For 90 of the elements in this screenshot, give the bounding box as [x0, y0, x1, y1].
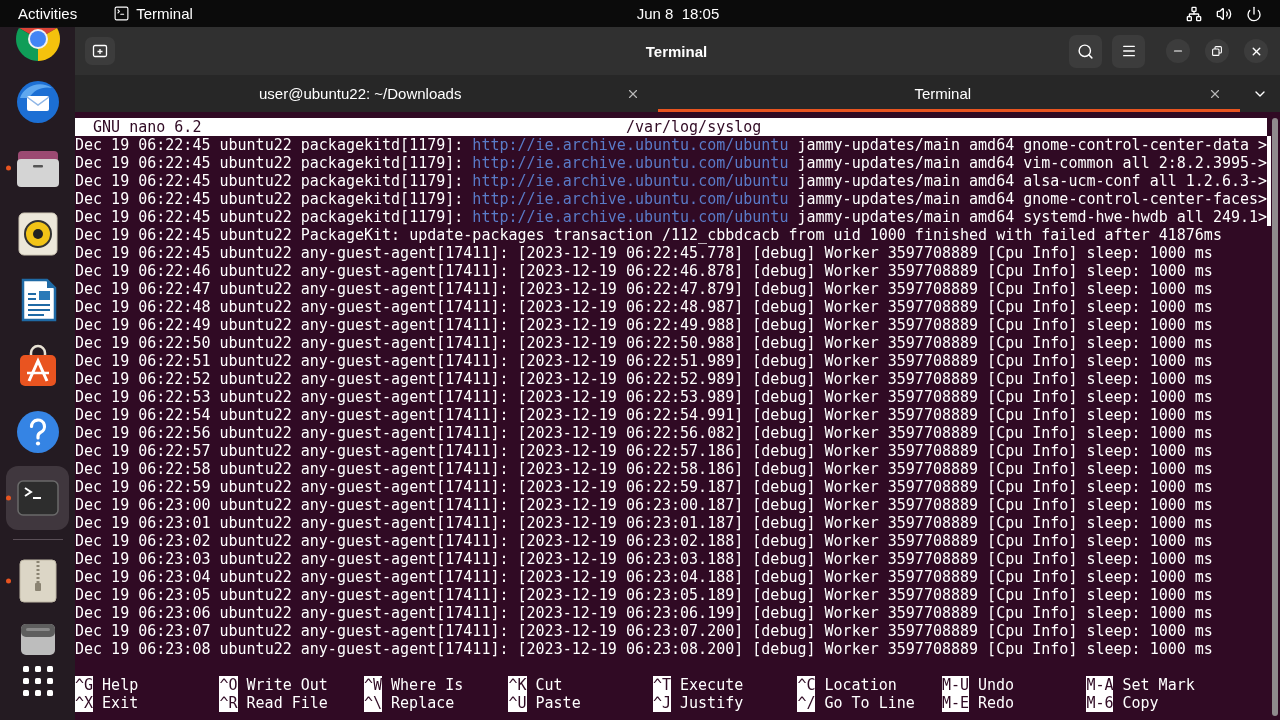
shortcut-label: Go To Line: [824, 694, 915, 712]
maximize-button[interactable]: [1205, 39, 1229, 63]
new-tab-button[interactable]: [85, 37, 115, 65]
shortcut-label: Set Mark: [1122, 676, 1195, 694]
tab[interactable]: Terminal: [657, 75, 1240, 112]
log-line: Dec 19 06:22:47 ubuntu22 any-guest-agent[17411]: [2023-12-19 06:22:47.879] [debug] Worker 3597708889 [Cpu Info] sleep: 1000 ms: [75, 280, 1213, 298]
shortcut-key: M-E: [941, 694, 969, 712]
log-line: Dec 19 06:23:00 ubuntu22 any-guest-agent[17411]: [2023-12-19 06:23:00.187] [debug] Worker 3597708889 [Cpu Info] sleep: 1000 ms: [75, 496, 1213, 514]
menu-icon: [1120, 43, 1137, 59]
activities-button[interactable]: Activities: [10, 1, 86, 26]
volume-icon: [1216, 5, 1232, 22]
overflow-marker: >: [1258, 172, 1268, 190]
shortcut-key: ^W: [363, 676, 383, 694]
log-line: Dec 19 06:23:05 ubuntu22 any-guest-agent[17411]: [2023-12-19 06:23:05.189] [debug] Worker 3597708889 [Cpu Info] sleep: 1000 ms: [75, 586, 1213, 604]
editor-version: GNU nano 6.2: [93, 118, 202, 136]
tab[interactable]: user@ubuntu22: ~/Downloads: [75, 75, 658, 112]
log-line: Dec 19 06:22:52 ubuntu22 any-guest-agent[17411]: [2023-12-19 06:22:52.989] [debug] Worker 3597708889 [Cpu Info] sleep: 1000 ms: [75, 370, 1213, 388]
shortcut-label: Location: [824, 676, 897, 694]
log-line: Dec 19 06:23:07 ubuntu22 any-guest-agent[17411]: [2023-12-19 06:23:07.200] [debug] Worker 3597708889 [Cpu Info] sleep: 1000 ms: [75, 622, 1213, 640]
log-line: Dec 19 06:23:02 ubuntu22 any-guest-agent[17411]: [2023-12-19 06:23:02.188] [debug] Worker 3597708889 [Cpu Info] sleep: 1000 ms: [75, 532, 1213, 550]
clock-button[interactable]: Jun 8 18:05: [628, 1, 728, 26]
log-line: Dec 19 06:23:08 ubuntu22 any-guest-agent[17411]: [2023-12-19 06:23:08.200] [debug] Worker 3597708889 [Cpu Info] sleep: 1000 ms: [75, 640, 1213, 658]
shortcut-key: M-6: [1086, 694, 1114, 712]
file-path: /var/log/syslog: [625, 118, 762, 136]
tab-plus-icon: [92, 43, 108, 59]
shortcut-key: M-A: [1086, 676, 1114, 694]
overflow-marker: >: [1258, 208, 1268, 226]
log-line: Dec 19 06:22:58 ubuntu22 any-guest-agent[17411]: [2023-12-19 06:22:58.186] [debug] Worker 3597708889 [Cpu Info] sleep: 1000 ms: [75, 460, 1213, 478]
shortcut-key: ^U: [508, 694, 527, 712]
scrollbar[interactable]: [1272, 118, 1278, 716]
overflow-marker: >: [1258, 136, 1268, 154]
shortcut-key: M-U: [941, 676, 969, 694]
log-line: Dec 19 06:22:48 ubuntu22 any-guest-agent[17411]: [2023-12-19 06:22:48.987] [debug] Worker 3597708889 [Cpu Info] sleep: 1000 ms: [75, 298, 1213, 316]
search-icon: [1077, 42, 1094, 60]
search-button[interactable]: [1069, 34, 1102, 68]
log-line: Dec 19 06:22:53 ubuntu22 any-guest-agent[17411]: [2023-12-19 06:22:53.989] [debug] Worker 3597708889 [Cpu Info] sleep: 1000 ms: [75, 388, 1213, 406]
shortcut-key: ^/: [797, 694, 816, 712]
shortcut-label: Replace: [391, 694, 455, 712]
close-button[interactable]: [1244, 39, 1268, 63]
log-line: Dec 19 06:23:06 ubuntu22 any-guest-agent[17411]: [2023-12-19 06:23:06.199] [debug] Worker 3597708889 [Cpu Info] sleep: 1000 ms: [75, 604, 1213, 622]
log-line: Dec 19 06:23:04 ubuntu22 any-guest-agent[17411]: [2023-12-19 06:23:04.188] [debug] Worker 3597708889 [Cpu Info] sleep: 1000 ms: [75, 568, 1213, 586]
log-line: Dec 19 06:22:54 ubuntu22 any-guest-agent[17411]: [2023-12-19 06:22:54.991] [debug] Worker 3597708889 [Cpu Info] sleep: 1000 ms: [75, 406, 1213, 424]
network-icon: [1186, 5, 1202, 22]
log-line: Dec 19 06:22:45 ubuntu22 packagekitd[1179]: http://ie.archive.ubuntu.com/ubuntu jammy-updates/main amd64 systemd-hwe-hwdb all 249.1: [75, 208, 1259, 226]
log-line: Dec 19 06:22:50 ubuntu22 any-guest-agent[17411]: [2023-12-19 06:22:50.988] [debug] Worker 3597708889 [Cpu Info] sleep: 1000 ms: [75, 334, 1213, 352]
shortcut-key: ^C: [797, 676, 816, 694]
overflow-marker: >: [1258, 190, 1268, 208]
log-line: Dec 19 06:22:45 ubuntu22 packagekitd[1179]: http://ie.archive.ubuntu.com/ubuntu jammy-updates/main amd64 alsa-ucm-conf all 1.2.6.3-: [75, 172, 1259, 190]
shortcut-key: ^O: [219, 676, 238, 694]
shortcut-label: Copy: [1122, 694, 1159, 712]
shortcut-label: Execute: [680, 676, 744, 694]
log-line: Dec 19 06:22:45 ubuntu22 packagekitd[1179]: http://ie.archive.ubuntu.com/ubuntu jammy-updates/main amd64 vim-common all 2:8.2.3995-: [75, 154, 1259, 172]
menu-button[interactable]: [1112, 34, 1145, 68]
log-line: Dec 19 06:22:51 ubuntu22 any-guest-agent[17411]: [2023-12-19 06:22:51.989] [debug] Worker 3597708889 [Cpu Info] sleep: 1000 ms: [75, 352, 1213, 370]
app-menu-button[interactable]: Terminal: [105, 1, 201, 26]
log-line: Dec 19 06:23:03 ubuntu22 any-guest-agent[17411]: [2023-12-19 06:23:03.188] [debug] Worker 3597708889 [Cpu Info] sleep: 1000 ms: [75, 550, 1213, 568]
shortcut-key: ^G: [75, 676, 94, 694]
log-line: Dec 19 06:22:45 ubuntu22 any-guest-agent[17411]: [2023-12-19 06:22:45.778] [debug] Worker 3597708889 [Cpu Info] sleep: 1000 ms: [75, 244, 1213, 262]
app-grid-icon: [22, 666, 53, 696]
log-line: Dec 19 06:22:46 ubuntu22 any-guest-agent[17411]: [2023-12-19 06:22:46.878] [debug] Worker 3597708889 [Cpu Info] sleep: 1000 ms: [75, 262, 1213, 280]
log-line: Dec 19 06:22:57 ubuntu22 any-guest-agent[17411]: [2023-12-19 06:22:57.186] [debug] Worker 3597708889 [Cpu Info] sleep: 1000 ms: [75, 442, 1213, 460]
overflow-marker: >: [1258, 154, 1268, 172]
shortcut-key: ^J: [652, 694, 671, 712]
log-line: Dec 19 06:22:59 ubuntu22 any-guest-agent[17411]: [2023-12-19 06:22:59.187] [debug] Worker 3597708889 [Cpu Info] sleep: 1000 ms: [75, 478, 1213, 496]
shortcut-key: ^T: [652, 676, 671, 694]
shortcut-key: ^\: [363, 694, 383, 712]
log-line: Dec 19 06:22:56 ubuntu22 any-guest-agent[17411]: [2023-12-19 06:22:56.082] [debug] Worker 3597708889 [Cpu Info] sleep: 1000 ms: [75, 424, 1213, 442]
shortcut-key: ^R: [219, 694, 238, 712]
log-line: Dec 19 06:22:45 ubuntu22 packagekitd[1179]: http://ie.archive.ubuntu.com/ubuntu jammy-updates/main amd64 gnome-control-center-data: [75, 136, 1249, 154]
window-title: Terminal: [645, 42, 708, 60]
shortcut-label: Write Out: [246, 676, 328, 694]
power-icon: [1246, 5, 1262, 22]
shortcut-label: Justify: [680, 694, 744, 712]
shortcut-label: Where Is: [391, 676, 464, 694]
shortcut-key: ^X: [75, 694, 94, 712]
shortcut-label: Help: [102, 676, 139, 694]
restore-icon: [1212, 46, 1222, 56]
minimize-button[interactable]: [1166, 39, 1190, 63]
shortcut-label: Cut: [535, 676, 563, 694]
log-line: Dec 19 06:22:45 ubuntu22 PackageKit: update-packages transaction /112_cbbdcacb from uid 1000 finished with failed after 41876ms: [75, 226, 1222, 244]
log-line: Dec 19 06:23:01 ubuntu22 any-guest-agent[17411]: [2023-12-19 06:23:01.187] [debug] Worker 3597708889 [Cpu Info] sleep: 1000 ms: [75, 514, 1213, 532]
log-line: Dec 19 06:22:49 ubuntu22 any-guest-agent[17411]: [2023-12-19 06:22:49.988] [debug] Worker 3597708889 [Cpu Info] sleep: 1000 ms: [75, 316, 1213, 334]
shortcut-label: Exit: [102, 694, 139, 712]
terminal-icon: [113, 5, 131, 22]
shortcut-label: Undo: [978, 676, 1015, 694]
log-line: Dec 19 06:22:45 ubuntu22 packagekitd[1179]: http://ie.archive.ubuntu.com/ubuntu jammy-updates/main amd64 gnome-control-center-faces: [75, 190, 1259, 208]
shortcut-label: Redo: [978, 694, 1015, 712]
shortcut-label: Read File: [246, 694, 328, 712]
shortcut-key: ^K: [508, 676, 527, 694]
shortcut-label: Paste: [535, 694, 581, 712]
